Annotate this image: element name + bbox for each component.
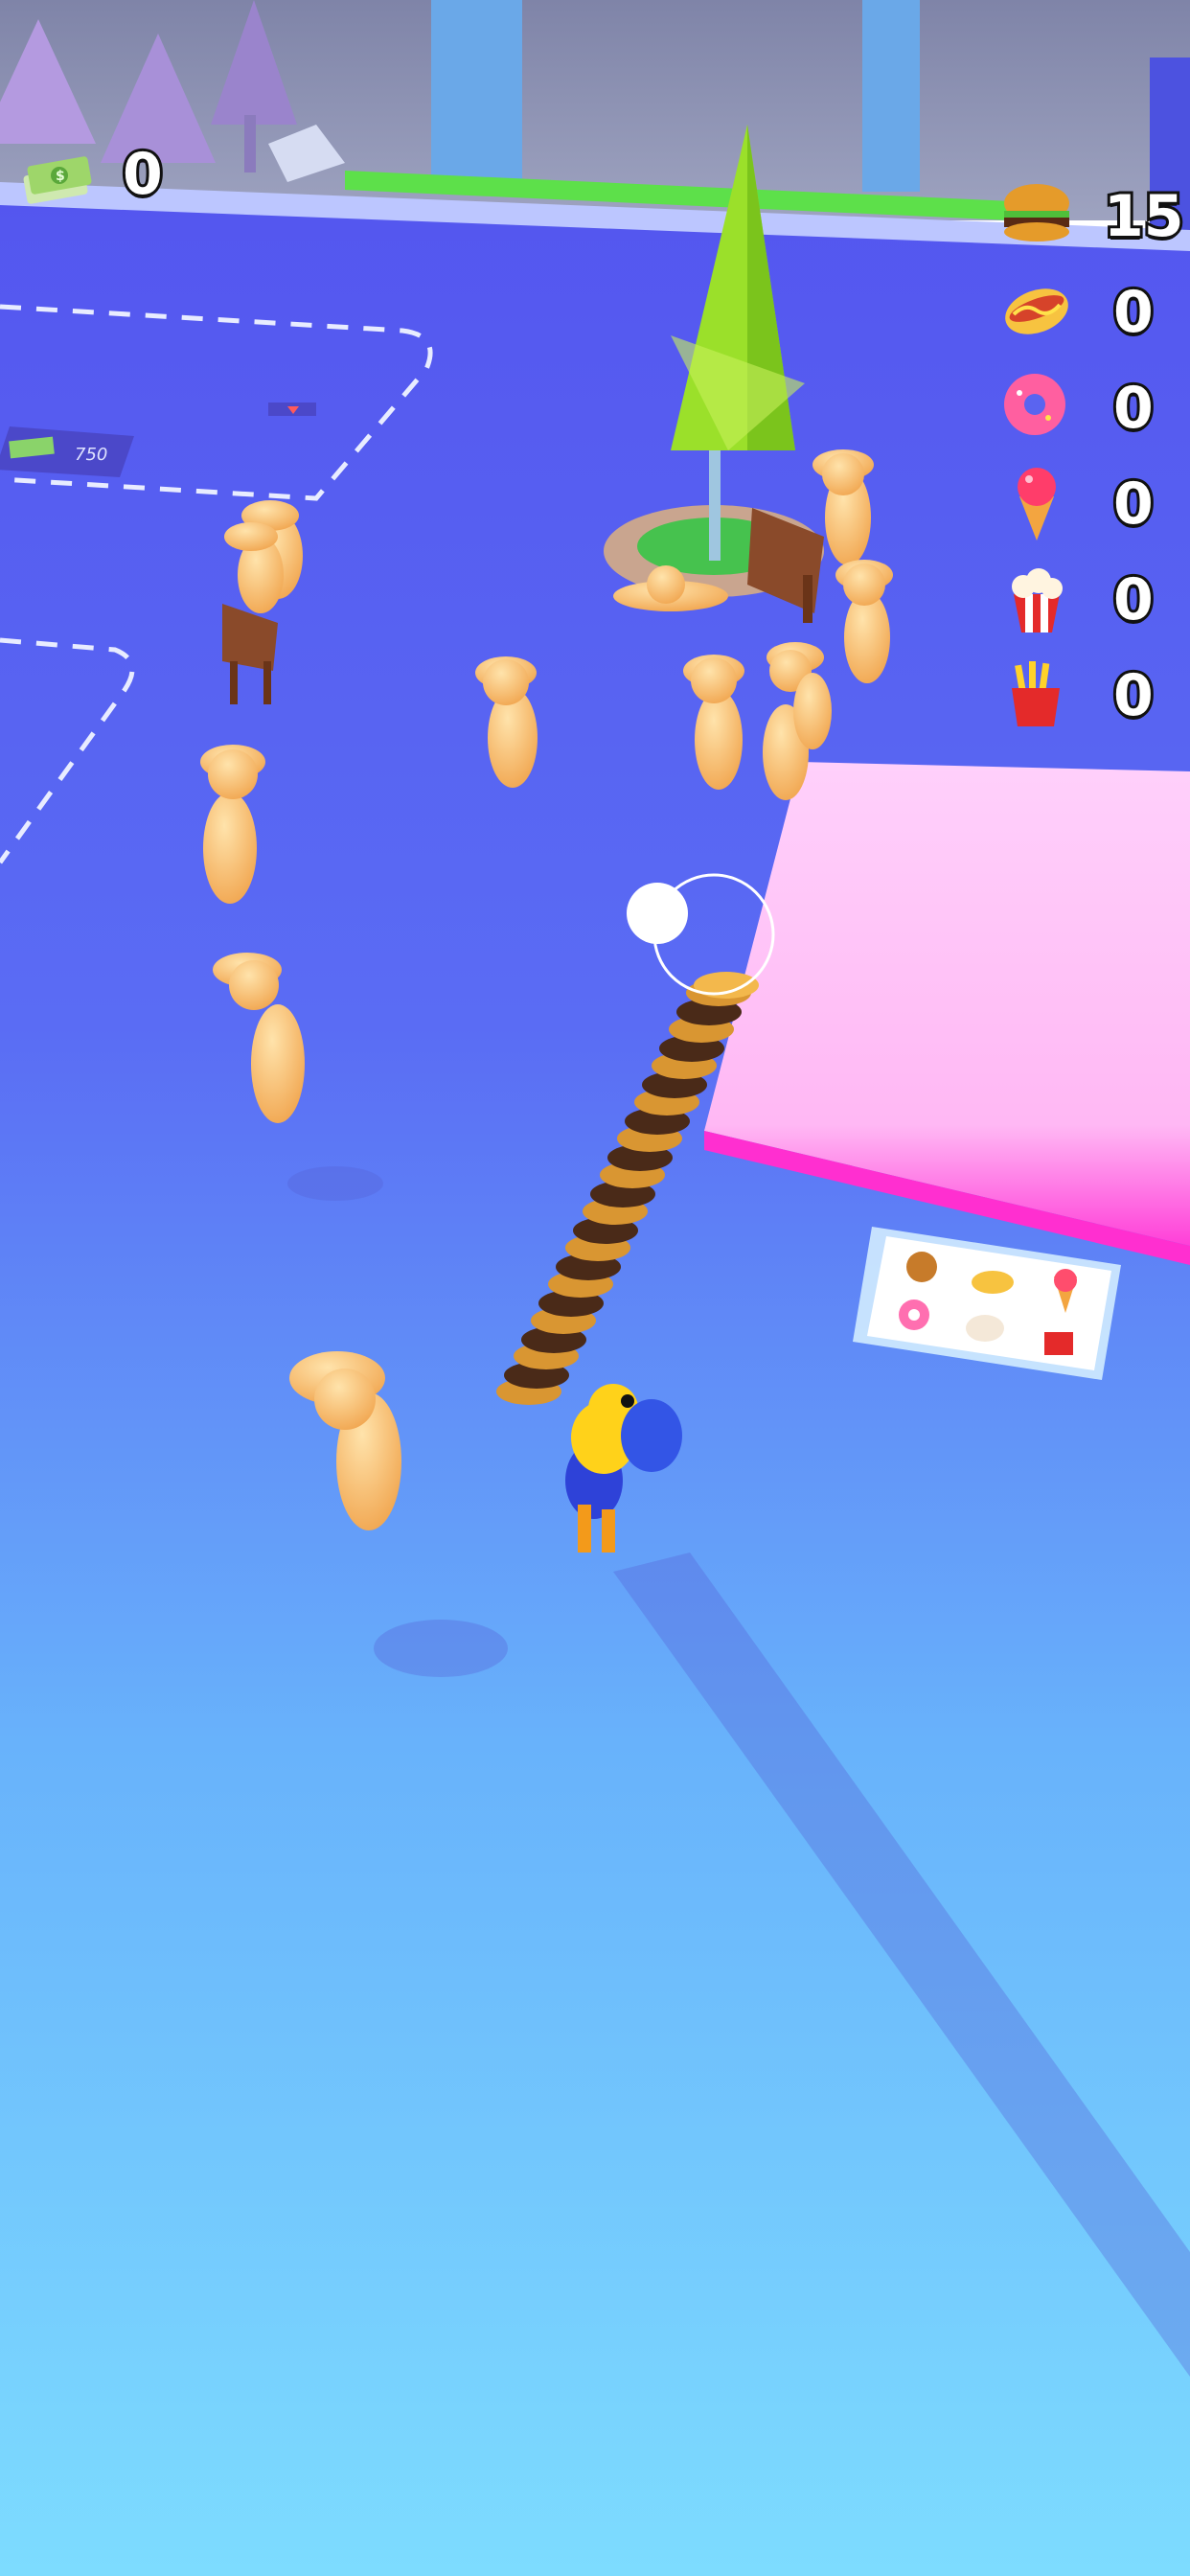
inventory-row-popcorn: 0 <box>996 556 1190 642</box>
svg-text:$: $ <box>56 169 65 184</box>
wall-pillar <box>431 0 522 192</box>
burger-icon <box>1004 184 1069 242</box>
fries-count: 0 <box>1110 662 1156 729</box>
inventory-row-ice-cream: 0 <box>996 460 1190 546</box>
ice-cream-count: 0 <box>1110 471 1156 538</box>
joystick-knob[interactable] <box>627 883 688 944</box>
hotdog-icon <box>1005 288 1068 334</box>
inventory-panel: 15 0 0 0 0 0 <box>996 172 1190 738</box>
inventory-row-burger: 15 <box>996 172 1190 259</box>
unlock-price: 750 <box>75 445 107 465</box>
cash-stack-icon: $ <box>23 156 92 204</box>
cash-amount: 0 <box>120 141 166 208</box>
inventory-row-hotdog: 0 <box>996 268 1190 355</box>
fries-icon <box>1012 661 1060 726</box>
burger-count: 15 <box>1101 183 1186 250</box>
inventory-row-fries: 0 <box>996 652 1190 738</box>
wall-pillar <box>862 0 920 192</box>
popcorn-icon <box>1012 568 1063 632</box>
cash-counter: $ 0 <box>17 134 209 220</box>
inventory-row-donut: 0 <box>996 364 1190 450</box>
donut-count: 0 <box>1110 375 1156 442</box>
donut-icon <box>1004 374 1065 435</box>
popcorn-count: 0 <box>1110 566 1156 633</box>
ice-cream-icon <box>1018 468 1056 540</box>
hotdog-count: 0 <box>1110 279 1156 346</box>
